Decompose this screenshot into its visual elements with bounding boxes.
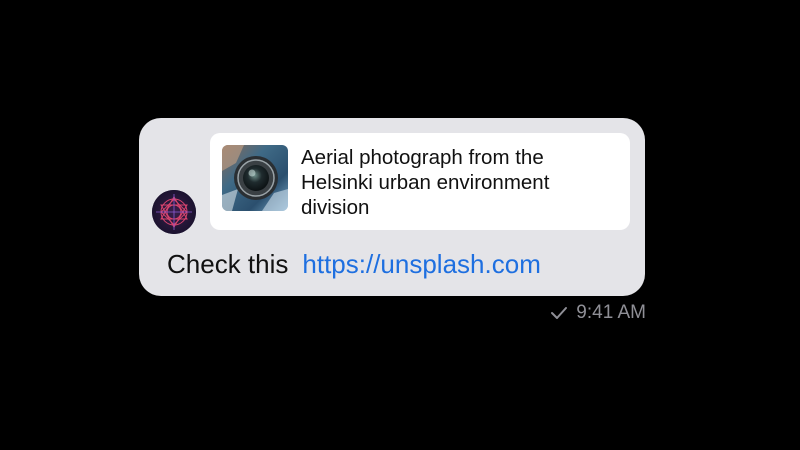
avatar[interactable]: [152, 190, 196, 234]
geometric-avatar-icon: [152, 190, 196, 234]
message-meta: 9:41 AM: [550, 301, 646, 325]
message-text: Check this: [167, 249, 289, 279]
link-preview-card[interactable]: Aerial photograph from the Helsinki urba…: [210, 133, 630, 230]
message-content: Check this https://unsplash.com: [167, 247, 541, 281]
camera-lens-thumbnail: [222, 145, 288, 211]
message-time: 9:41 AM: [576, 302, 646, 323]
check-icon: [551, 307, 568, 319]
message-link[interactable]: https://unsplash.com: [302, 249, 540, 279]
chat-screen: Aerial photograph from the Helsinki urba…: [0, 0, 800, 450]
preview-title[interactable]: Aerial photograph from the Helsinki urba…: [301, 145, 611, 220]
preview-thumbnail[interactable]: [222, 145, 288, 211]
